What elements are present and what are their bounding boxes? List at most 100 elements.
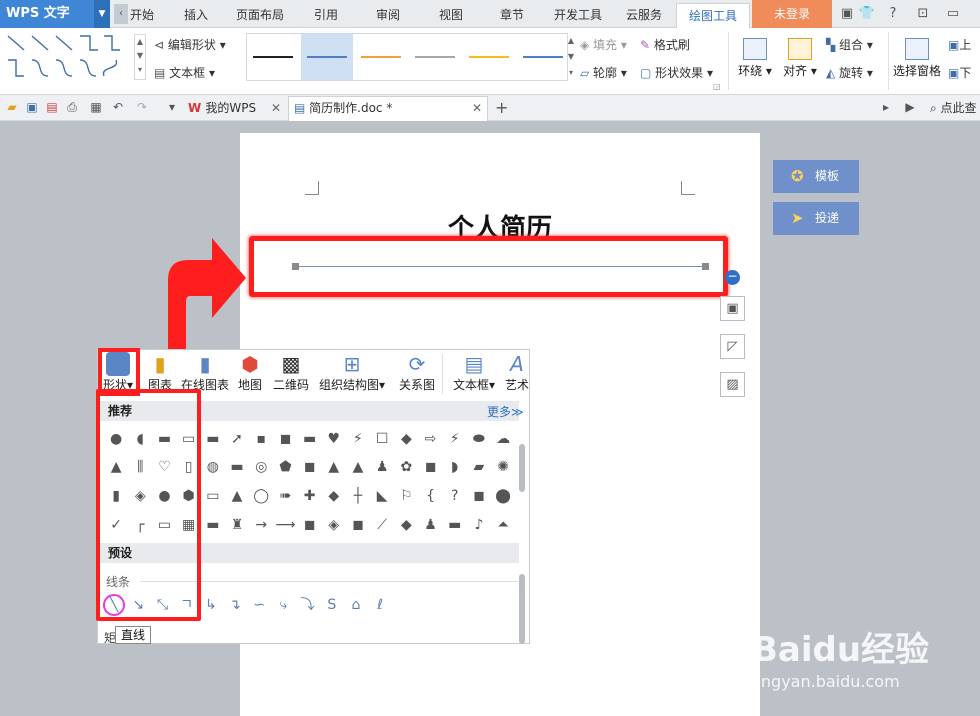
map-pin-icon: ⬢ xyxy=(241,352,259,376)
tool-qrcode[interactable]: ▩ 二维码 xyxy=(270,352,312,398)
fill-button[interactable]: ◈ 填充 ▾ xyxy=(580,36,627,53)
chevron-left-icon[interactable]: ‹ xyxy=(114,4,128,24)
close-icon[interactable]: ✕ xyxy=(271,96,281,120)
tab-view[interactable]: 视图 xyxy=(439,0,463,28)
margin-corner-mark xyxy=(305,181,319,195)
word-art-icon: A xyxy=(510,352,524,376)
group-button[interactable]: ▚ 组合 ▾ xyxy=(826,36,873,53)
doc-tab-my-wps[interactable]: W 我的WPS xyxy=(188,96,256,120)
tab-chapter[interactable]: 章节 xyxy=(500,0,524,28)
divider xyxy=(442,354,443,394)
tab-insert[interactable]: 插入 xyxy=(184,0,208,28)
layout-options-icon[interactable]: ▣ xyxy=(720,296,745,321)
send-backward-button[interactable]: ▣下 xyxy=(948,64,971,81)
undo-icon[interactable]: ↶ xyxy=(110,99,126,115)
share-icon[interactable]: ▶ xyxy=(902,99,918,115)
edit-shape-button[interactable]: ⊲ 编辑形状 ▾ xyxy=(154,36,226,53)
format-painter-button[interactable]: ✎ 格式刷 xyxy=(640,36,690,53)
align-button[interactable]: 对齐 ▾ xyxy=(780,38,820,79)
watermark-logo: Baidu经验 xyxy=(752,630,930,670)
tab-references[interactable]: 引用 xyxy=(314,0,338,28)
line-shape-gallery[interactable] xyxy=(4,30,132,82)
panel-scrollbar[interactable] xyxy=(519,574,525,644)
line-style-gray[interactable] xyxy=(409,34,461,80)
tool-wordart[interactable]: A 艺术 xyxy=(504,352,530,398)
redo-icon[interactable]: ↷ xyxy=(134,99,150,115)
help-icon[interactable]: ? xyxy=(884,4,902,24)
format-painter-label: 格式刷 xyxy=(653,38,690,52)
relation-diagram-icon: ⟳ xyxy=(408,352,426,376)
wrap-icon xyxy=(743,38,767,60)
align-icon xyxy=(788,38,812,60)
dialog-launcher-icon[interactable]: ◲ xyxy=(713,82,721,91)
tab-page-layout[interactable]: 页面布局 xyxy=(236,0,284,28)
bring-forward-button[interactable]: ▣上 xyxy=(948,36,971,53)
chevron-down-icon[interactable]: ▼ xyxy=(94,0,110,28)
line-style-yellow[interactable] xyxy=(463,34,515,80)
paper-plane-icon: ➤ xyxy=(791,209,804,227)
wrap-button[interactable]: 环绕 ▾ xyxy=(736,38,774,79)
line-style-gallery[interactable] xyxy=(246,33,568,81)
tab-developer[interactable]: 开发工具 xyxy=(554,0,602,28)
print-preview-icon[interactable]: ▦ xyxy=(88,99,104,115)
line-style-blue-selected[interactable] xyxy=(301,34,353,80)
close-icon[interactable]: ✕ xyxy=(472,96,482,120)
tool-textbox[interactable]: ▤ 文本框▾ xyxy=(448,352,500,398)
margin-corner-mark xyxy=(681,181,695,195)
rotate-icon: ◭ xyxy=(826,66,840,80)
text-box-icon: ▤ xyxy=(154,66,170,80)
selection-pane-button[interactable]: 选择窗格 xyxy=(892,38,942,79)
app-menu-button[interactable]: WPS 文字 ▼ xyxy=(0,0,110,28)
text-box-button[interactable]: ▤ 文本框 ▾ xyxy=(154,64,215,81)
doc-tab-resume-title[interactable]: ▤ 简历制作.doc * xyxy=(294,96,392,120)
tab-cloud[interactable]: 云服务 xyxy=(626,0,662,28)
deliver-button[interactable]: ➤ 投递 xyxy=(773,202,859,235)
skin-icon[interactable]: ▣ xyxy=(838,4,856,24)
search-box[interactable]: ⌕ 点此查 xyxy=(930,96,977,120)
line-style-black[interactable] xyxy=(247,34,299,80)
send-backward-label: 下 xyxy=(959,66,972,80)
print-icon[interactable]: ⎙ xyxy=(64,99,80,115)
shape-effect-button[interactable]: ▢ 形状效果 ▾ xyxy=(640,64,713,81)
customize-chevron-icon[interactable]: ▾ xyxy=(164,99,180,115)
outline-button[interactable]: ▱ 轮廓 ▾ xyxy=(580,64,627,81)
save-icon[interactable]: ▣ xyxy=(24,99,40,115)
more-link[interactable]: 更多≫ xyxy=(487,403,524,420)
shape-effect-icon: ▢ xyxy=(640,66,656,80)
login-button[interactable]: 未登录 xyxy=(752,0,832,28)
bring-forward-label: 上 xyxy=(959,38,972,52)
group-icon: ▚ xyxy=(826,38,840,52)
divider xyxy=(728,32,729,90)
open-folder-icon[interactable]: ▰ xyxy=(4,99,20,115)
tab-list-icon[interactable]: ▸ xyxy=(878,99,894,115)
edit-shape-float-icon[interactable]: ◸ xyxy=(720,334,745,359)
doc-tab-my-wps-label: 我的WPS xyxy=(205,101,257,115)
expand-icon[interactable]: ▭ xyxy=(944,4,962,24)
tool-org-chart[interactable]: ⊞ 组织结构图▾ xyxy=(316,352,388,398)
tab-home[interactable]: 开始 xyxy=(130,0,154,28)
gallery-scroll[interactable]: ▲ ▼ ▾ xyxy=(134,34,146,80)
line-style-blue[interactable] xyxy=(517,34,569,80)
send-backward-icon: ▣ xyxy=(948,66,960,80)
tool-map[interactable]: ⬢ 地图 xyxy=(234,352,266,398)
align-label: 对齐 xyxy=(783,64,808,78)
collapse-icon[interactable]: − xyxy=(725,270,740,285)
tab-review[interactable]: 审阅 xyxy=(376,0,400,28)
outline-float-icon[interactable]: ▨ xyxy=(720,372,745,397)
search-icon: ⌕ xyxy=(930,101,941,115)
tool-relation[interactable]: ⟳ 关系图 xyxy=(396,352,438,398)
line-style-orange[interactable] xyxy=(355,34,407,80)
style-scroll[interactable]: ▲ ▼ ▾ xyxy=(566,33,576,81)
watermark: Baidu经验 jingyan.baidu.com xyxy=(752,610,977,710)
rect-category-label: 矩 xyxy=(104,631,117,645)
template-button[interactable]: ✪ 模板 xyxy=(773,160,859,193)
new-tab-icon[interactable]: + xyxy=(495,96,508,120)
shirt-icon[interactable]: 👕 xyxy=(858,4,876,24)
restore-window-icon[interactable]: ⊡ xyxy=(914,4,932,24)
panel-scrollbar[interactable] xyxy=(519,444,525,492)
text-box-icon: ▤ xyxy=(464,352,484,376)
tab-drawing-tools[interactable]: 绘图工具 xyxy=(676,3,750,28)
rotate-button[interactable]: ◭ 旋转 ▾ xyxy=(826,64,873,81)
export-pdf-icon[interactable]: ▤ xyxy=(44,99,60,115)
template-label: 模板 xyxy=(815,169,840,183)
